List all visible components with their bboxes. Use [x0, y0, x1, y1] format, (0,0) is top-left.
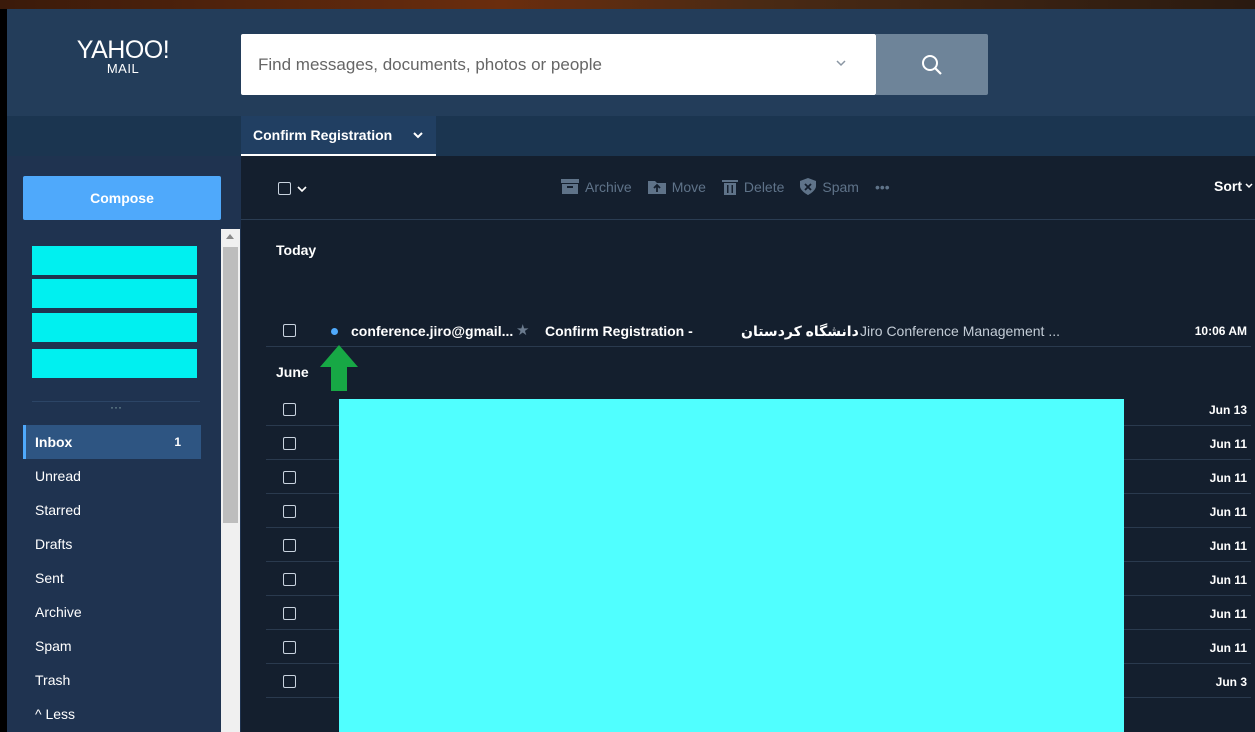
message-preview: Jiro Conference Management ... [860, 323, 1060, 339]
sidebar: Compose ··· Inbox 1 Unread Starred Draft… [7, 156, 241, 732]
redacted-block [32, 349, 197, 378]
more-dots[interactable]: ··· [32, 401, 200, 413]
sidebar-item-starred[interactable]: Starred [23, 493, 201, 527]
message-row[interactable]: conference.jiro@gmail... ★ Confirm Regis… [266, 313, 1251, 347]
select-all-control[interactable] [278, 182, 307, 195]
move-label: Move [671, 178, 706, 195]
message-list-pane: Archive Move Delete Spam ••• Sort Today … [241, 156, 1255, 732]
shield-x-icon [800, 178, 817, 195]
sidebar-item-label: Starred [35, 502, 81, 518]
tab-bar: Confirm Registration [7, 116, 1255, 156]
message-date: Jun 11 [1209, 641, 1247, 655]
delete-label: Delete [743, 178, 785, 195]
spam-button[interactable]: Spam [800, 178, 859, 195]
scrollbar-thumb[interactable] [223, 247, 238, 523]
sidebar-item-label: Sent [35, 570, 64, 586]
sidebar-item-inbox[interactable]: Inbox 1 [23, 425, 201, 459]
message-toolbar: Archive Move Delete Spam ••• Sort [241, 156, 1255, 220]
search-box [241, 34, 876, 95]
redacted-block [32, 246, 197, 275]
sidebar-item-trash[interactable]: Trash [23, 663, 201, 697]
sidebar-item-label: Trash [35, 672, 71, 688]
message-checkbox[interactable] [283, 437, 296, 450]
message-date: Jun 11 [1209, 573, 1247, 587]
message-date: Jun 3 [1215, 675, 1247, 689]
message-subject-persian: دانشگاه کردستان [741, 323, 859, 339]
sidebar-item-archive[interactable]: Archive [23, 595, 201, 629]
message-sender: conference.jiro@gmail... [351, 323, 514, 339]
message-checkbox[interactable] [283, 641, 296, 654]
move-folder-icon [647, 181, 666, 194]
message-date: Jun 11 [1209, 437, 1247, 451]
sidebar-item-label: ^ Less [35, 706, 76, 722]
message-checkbox[interactable] [283, 324, 296, 337]
select-all-checkbox[interactable] [278, 182, 291, 195]
sidebar-item-label: Unread [35, 468, 81, 484]
more-icon: ••• [874, 178, 890, 195]
message-checkbox[interactable] [283, 675, 296, 688]
message-checkbox[interactable] [283, 403, 296, 416]
search-icon [922, 55, 942, 75]
scroll-up-arrow-icon[interactable] [226, 234, 234, 239]
message-checkbox[interactable] [283, 573, 296, 586]
spam-label: Spam [822, 178, 859, 195]
chevron-down-icon[interactable] [297, 184, 307, 194]
archive-button[interactable]: Archive [561, 179, 632, 195]
message-date: Jun 13 [1208, 403, 1247, 417]
search-button[interactable] [876, 34, 988, 95]
message-date: Jun 11 [1209, 471, 1247, 485]
section-header-june: June [276, 364, 309, 380]
message-checkbox[interactable] [283, 607, 296, 620]
message-date: Jun 11 [1209, 505, 1247, 519]
yahoo-mail-app: YAHOO! MAIL Confirm Registration Compose… [7, 9, 1255, 732]
sidebar-item-unread[interactable]: Unread [23, 459, 201, 493]
archive-label: Archive [585, 178, 632, 195]
redacted-block [32, 313, 197, 342]
compose-button[interactable]: Compose [23, 176, 221, 220]
sidebar-item-label: Archive [35, 604, 82, 620]
message-checkbox[interactable] [283, 505, 296, 518]
sidebar-item-less[interactable]: ^ Less [23, 697, 201, 731]
sidebar-item-label: Drafts [35, 536, 73, 552]
sidebar-item-spam[interactable]: Spam [23, 629, 201, 663]
chevron-down-icon[interactable] [834, 56, 848, 70]
sort-button[interactable]: Sort [1214, 178, 1253, 194]
sidebar-item-drafts[interactable]: Drafts [23, 527, 201, 561]
unread-count-badge: 1 [174, 435, 181, 449]
chevron-down-icon[interactable] [412, 129, 424, 141]
move-button[interactable]: Move [647, 178, 706, 195]
message-date: Jun 11 [1209, 539, 1247, 553]
sort-label: Sort [1214, 178, 1242, 194]
folder-list: Inbox 1 Unread Starred Drafts Sent Archi… [23, 425, 201, 731]
archive-icon [561, 179, 579, 194]
sidebar-item-label: Inbox [35, 434, 73, 450]
header: YAHOO! MAIL [7, 9, 1255, 116]
more-actions-button[interactable]: ••• [875, 179, 890, 195]
unread-dot-icon [331, 328, 338, 335]
yahoo-mail-logo[interactable]: YAHOO! MAIL [63, 37, 183, 75]
tab-label: Confirm Registration [253, 127, 393, 143]
star-icon[interactable]: ★ [516, 321, 529, 339]
logo-product: MAIL [106, 61, 140, 76]
trash-icon [721, 179, 738, 195]
message-time: 10:06 AM [1194, 324, 1247, 338]
sidebar-item-label: Spam [35, 638, 72, 654]
redacted-block [339, 399, 1124, 732]
message-checkbox[interactable] [283, 471, 296, 484]
section-header-today: Today [276, 242, 317, 258]
message-date: Jun 11 [1209, 607, 1247, 621]
redacted-block [32, 279, 197, 308]
message-subject: Confirm Registration - [545, 323, 693, 339]
delete-button[interactable]: Delete [721, 178, 785, 195]
tab-confirm-registration[interactable]: Confirm Registration [241, 116, 437, 156]
toolbar-actions: Archive Move Delete Spam ••• [561, 178, 890, 195]
logo-brand: YAHOO! [76, 36, 170, 64]
sidebar-scrollbar[interactable] [221, 229, 240, 732]
search-input[interactable] [241, 34, 831, 95]
browser-top-strip [0, 0, 1255, 9]
chevron-down-icon [1245, 183, 1253, 189]
message-checkbox[interactable] [283, 539, 296, 552]
green-up-arrow-icon [320, 345, 358, 391]
sidebar-item-sent[interactable]: Sent [23, 561, 201, 595]
